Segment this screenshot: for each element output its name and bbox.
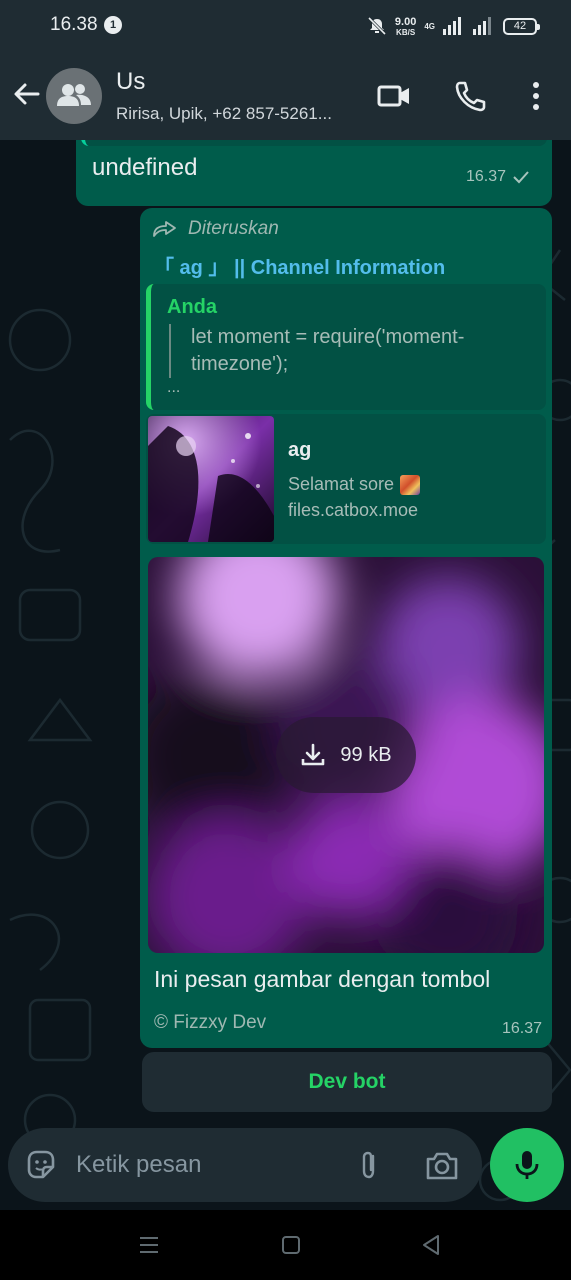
recents-icon[interactable]: [136, 1232, 162, 1258]
camera-icon[interactable]: [424, 1148, 460, 1184]
home-icon[interactable]: [278, 1232, 304, 1258]
system-nav-bar: [0, 1210, 571, 1280]
preview-domain: files.catbox.moe: [288, 500, 419, 520]
forward-icon: [153, 221, 176, 237]
voice-message-button[interactable]: [490, 1128, 564, 1202]
file-size: 99 kB: [340, 743, 392, 766]
more-vert-icon[interactable]: [518, 78, 554, 114]
quote-ellipsis: ...: [167, 379, 181, 396]
phone-icon[interactable]: [452, 78, 488, 114]
image-attachment[interactable]: 99 kB: [148, 557, 544, 953]
message-text: undefined: [92, 154, 198, 181]
signal-icon-2: [473, 17, 491, 35]
battery-indicator: 42: [503, 17, 540, 35]
group-avatar-icon: [57, 84, 91, 106]
quoted-message[interactable]: ...: [81, 140, 547, 146]
back-nav-icon[interactable]: [418, 1232, 444, 1258]
message-bubble[interactable]: Diteruskan 「 ag 」 || Channel Information…: [140, 208, 552, 1048]
sent-check-icon: [513, 171, 529, 184]
mic-icon: [515, 1151, 539, 1179]
status-bar: 16.38 1 9.00 KB/S 4G 42: [0, 0, 571, 52]
message-time: 16.37: [501, 1020, 542, 1037]
message-footer: © Fizzxy Dev: [154, 1012, 267, 1033]
signal-icon: [443, 17, 461, 35]
chat-header: Us Ririsa, Upik, +62 857-5261...: [0, 52, 571, 140]
chat-title[interactable]: Us: [116, 68, 145, 96]
preview-title: ag: [288, 439, 312, 461]
avatar[interactable]: [46, 68, 102, 124]
status-right-group: 9.00 KB/S 4G 42: [367, 14, 540, 38]
channel-link[interactable]: 「 ag 」 || Channel Information: [154, 251, 445, 280]
forwarded-row: Diteruskan: [152, 218, 279, 240]
notification-badge: 1: [104, 16, 122, 34]
quote-author: Anda: [167, 296, 217, 318]
image-caption: Ini pesan gambar dengan tombol: [154, 966, 491, 992]
video-call-icon[interactable]: [376, 78, 412, 114]
quoted-message[interactable]: Anda let moment = require('moment-timezo…: [146, 284, 546, 410]
status-time: 16.38: [50, 14, 98, 35]
quote-code: let moment = require('moment-timezone');: [169, 324, 509, 378]
download-icon: [302, 743, 325, 766]
message-bubble[interactable]: ... undefined 16.37: [76, 140, 552, 206]
quick-reply-button[interactable]: Dev bot: [142, 1052, 552, 1112]
sunset-emoji-icon: [400, 474, 421, 495]
attach-icon[interactable]: [352, 1148, 386, 1182]
net-speed: 9.00 KB/S: [394, 15, 417, 37]
forwarded-label: Diteruskan: [188, 218, 279, 239]
preview-thumbnail: [148, 416, 274, 542]
download-button[interactable]: 99 kB: [276, 717, 416, 793]
back-arrow-icon[interactable]: [10, 78, 42, 110]
network-type: 4G: [424, 21, 435, 31]
link-preview[interactable]: ag Selamat sore files.catbox.moe: [146, 414, 546, 544]
chat-area[interactable]: ... undefined 16.37 Diteruskan 「 ag 」 ||…: [0, 140, 571, 1210]
message-input[interactable]: Ketik pesan: [76, 1151, 201, 1179]
sticker-icon[interactable]: [24, 1148, 58, 1182]
message-input-bar[interactable]: Ketik pesan: [8, 1128, 482, 1202]
chat-participants[interactable]: Ririsa, Upik, +62 857-5261...: [116, 104, 332, 124]
message-time: 16.37: [466, 168, 530, 186]
mute-icon: [367, 16, 386, 36]
preview-description: Selamat sore: [288, 474, 421, 495]
